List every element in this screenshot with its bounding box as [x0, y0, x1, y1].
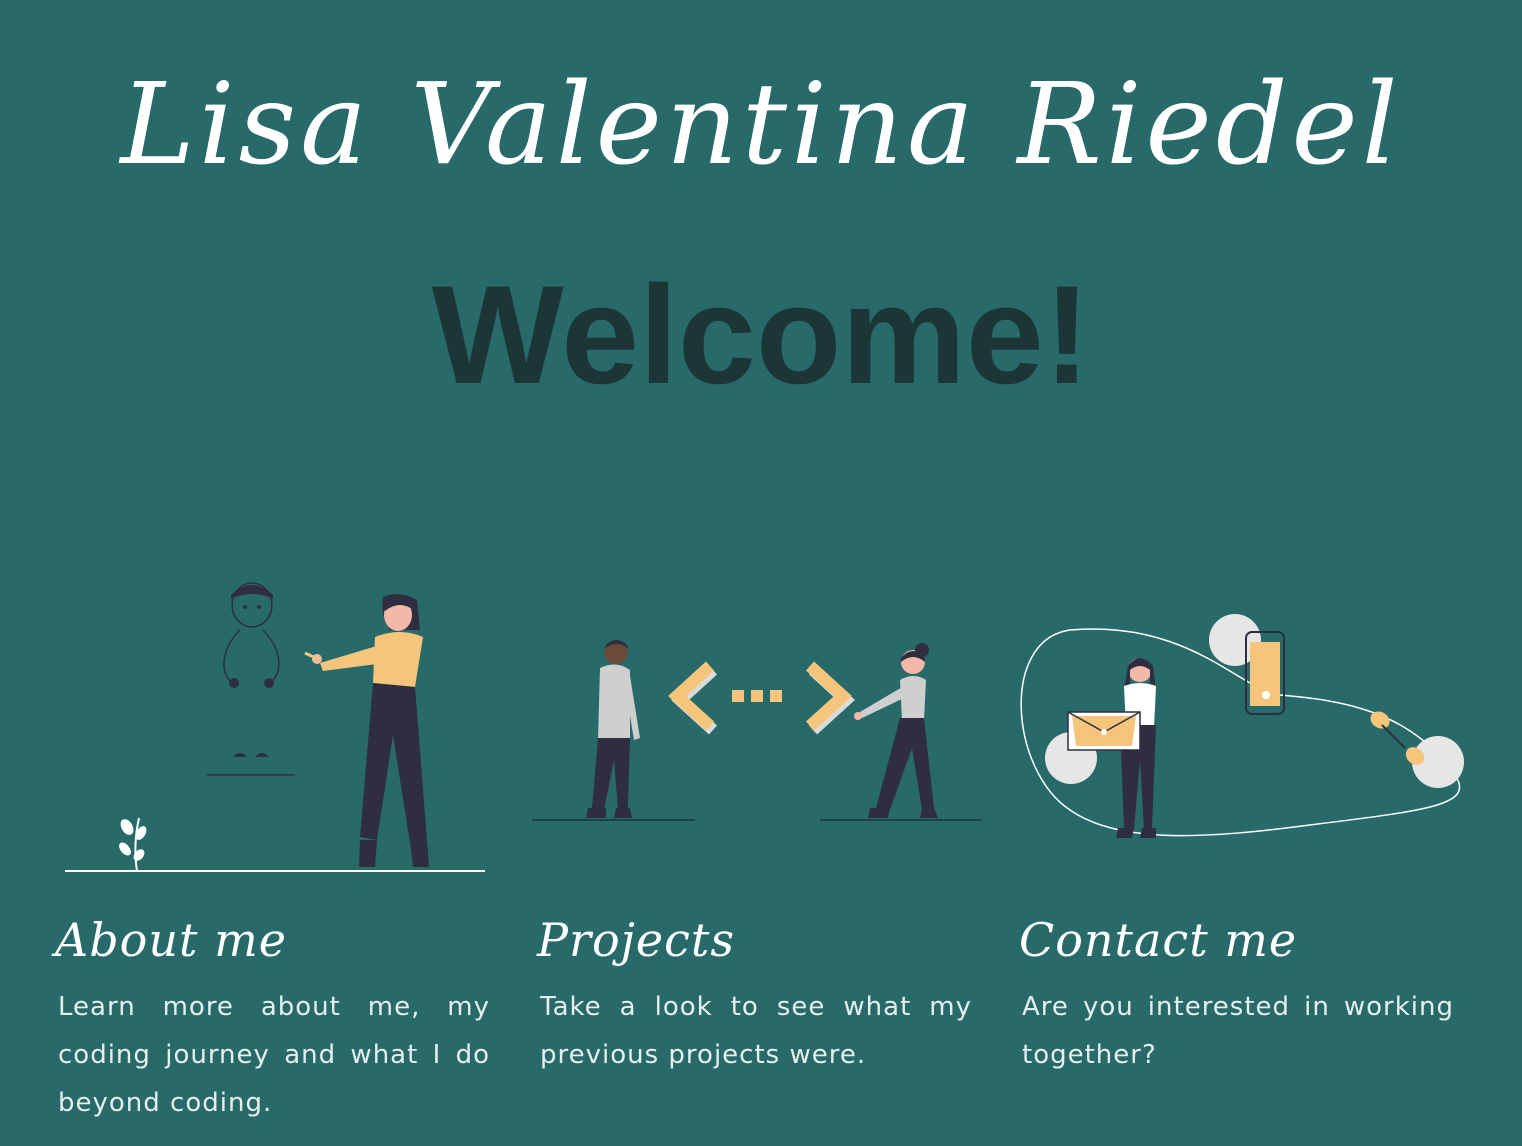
stick-figure-hair: [231, 585, 273, 599]
projects-card[interactable]: Projects Take a look to see what my prev…: [537, 905, 972, 1079]
about-me-description: Learn more about me, my coding journey a…: [58, 992, 490, 1118]
about-me-card[interactable]: About me Learn more about me, my coding …: [55, 905, 490, 1127]
contact-me-description: Are you interested in working together?: [1022, 992, 1454, 1070]
plant-decoration: [119, 817, 147, 872]
about-me-illustration: [65, 582, 485, 872]
site-title: Lisa Valentina Riedel: [120, 60, 1402, 190]
envelope-icon: [1067, 711, 1141, 751]
contact-me-illustration: [1020, 614, 1464, 838]
stick-figure-drawing: [207, 582, 295, 776]
projects-illustration: [532, 640, 982, 821]
welcome-heading: Welcome!: [431, 256, 1091, 413]
code-brackets-icon: [668, 661, 855, 735]
projects-description: Take a look to see what my previous proj…: [540, 992, 972, 1070]
projects-title: Projects: [537, 913, 735, 967]
woman-figure: [854, 643, 938, 818]
contact-me-card[interactable]: Contact me Are you interested in working…: [1019, 905, 1454, 1079]
phone-icon: [1245, 631, 1285, 715]
woman-pointing-figure: [304, 594, 429, 867]
man-figure: [586, 640, 640, 818]
contact-me-title: Contact me: [1019, 913, 1298, 967]
pushpin-decoration: [1370, 711, 1425, 765]
about-me-title: About me: [55, 913, 287, 967]
